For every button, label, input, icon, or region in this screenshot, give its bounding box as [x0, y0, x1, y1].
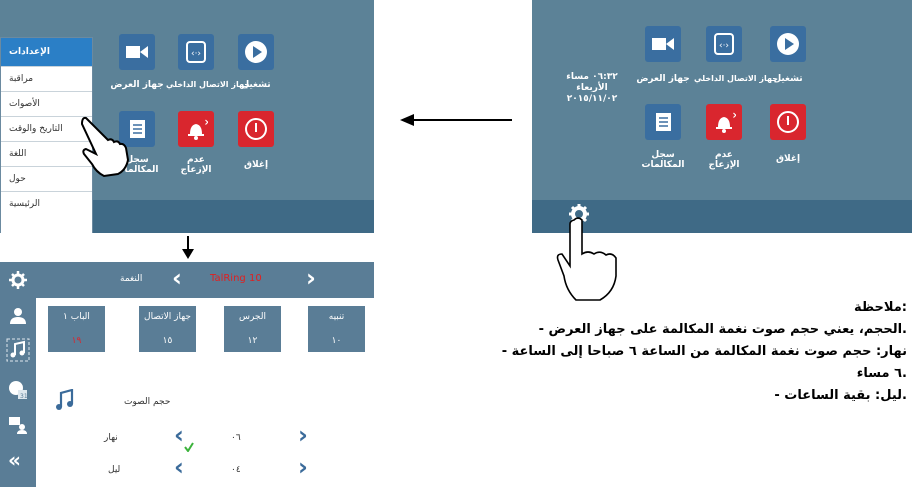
svg-text:×: ×	[204, 118, 208, 128]
user-icon[interactable]	[10, 308, 26, 324]
sound-side-bar: 31 «	[0, 298, 36, 487]
day-value: ٠٦	[231, 433, 241, 443]
day-next-chevron[interactable]: ›	[298, 421, 308, 449]
card-title: الباب ١	[63, 312, 90, 322]
sound-main: الباب ١ ١٩ جهاز الاتصال ١٥ الجرس ١٢ تنبي…	[36, 298, 374, 487]
bell-off-icon: ×	[716, 111, 736, 133]
svg-text:×: ×	[732, 111, 736, 121]
arrow-down	[187, 236, 189, 250]
note-line-1: - الحجم، يعني حجم صوت نغمة المكالمة على …	[538, 322, 907, 337]
ringtone-label: النغمة	[120, 274, 143, 284]
clock-day: الأربعاء	[576, 83, 608, 93]
play-icon	[245, 41, 267, 63]
shutdown-label: إغلاق	[243, 160, 269, 170]
night-label: ليل	[108, 465, 121, 475]
card-value: ١٠	[331, 336, 342, 346]
day-label: نهار	[104, 433, 118, 443]
arrow-left	[408, 119, 512, 121]
display-device-tile[interactable]	[119, 34, 155, 70]
sound-card-bell[interactable]: الجرس ١٢	[224, 306, 281, 352]
power-icon	[777, 111, 799, 133]
display-device-label: جهاز العرض	[110, 80, 164, 90]
gear-icon[interactable]	[9, 271, 27, 289]
sound-card-door[interactable]: الباب ١ ١٩	[48, 306, 105, 352]
ringtone-next-chevron[interactable]: ›	[306, 264, 316, 292]
display-user-icon[interactable]	[8, 416, 28, 434]
night-value: ٠٤	[231, 465, 241, 475]
bell-off-icon: ×	[188, 118, 208, 140]
back-double-chevron-icon[interactable]: «	[8, 448, 21, 472]
svg-text:‹·›: ‹·›	[719, 41, 729, 51]
note-line-3: ٦ مساء.	[856, 366, 907, 381]
home-screen: ٠٦:٣٢ مساء الأربعاء ٢٠١٥/١١/٠٢ جهاز العر…	[532, 0, 912, 233]
svg-text:‹·›: ‹·›	[191, 49, 201, 59]
intercom-icon: ‹·›	[714, 33, 734, 55]
intercom-tile[interactable]: ‹·›	[706, 26, 742, 62]
pointing-hand-icon	[556, 217, 617, 301]
note-heading: ملاحظة:	[853, 300, 907, 315]
menu-item-home[interactable]: الرئيسية	[1, 192, 92, 216]
call-log-label: سجل المكالمات	[641, 150, 685, 170]
card-title: تنبيه	[328, 312, 345, 322]
dnd-tile[interactable]: ×	[706, 104, 742, 140]
shutdown-tile[interactable]	[238, 111, 274, 147]
clock-calendar-icon[interactable]: 31	[8, 380, 28, 400]
card-value: ١٥	[162, 336, 173, 346]
day-prev-chevron[interactable]: ‹	[174, 421, 184, 449]
intercom-icon: ‹·›	[186, 41, 206, 63]
shutdown-label: إغلاق	[775, 154, 801, 164]
intercom-tile[interactable]: ‹·›	[178, 34, 214, 70]
clock-time: ٠٦:٣٢ مساء	[566, 72, 618, 82]
sound-card-alert[interactable]: تنبيه ١٠	[308, 306, 365, 352]
card-title: جهاز الاتصال	[144, 312, 191, 322]
display-device-label: جهاز العرض	[636, 74, 690, 84]
play-icon	[777, 33, 799, 55]
camera-icon	[126, 46, 148, 58]
play-label: تشغيل	[773, 74, 803, 84]
card-value: ١٩	[71, 336, 82, 346]
check-icon	[184, 442, 194, 452]
play-tile[interactable]	[238, 34, 274, 70]
ringtone-value: TalRing 10	[210, 273, 262, 284]
settings-screen: جهاز العرض ‹·› جهاز الاتصال الداخلي تشغي…	[0, 0, 374, 233]
shutdown-tile[interactable]	[770, 104, 806, 140]
menu-item-monitor[interactable]: مراقبة	[1, 67, 92, 92]
sound-card-intercom[interactable]: جهاز الاتصال ١٥	[139, 306, 196, 352]
arrow-left-head	[400, 114, 414, 126]
arrow-down-head	[182, 249, 194, 259]
sound-top-bar: النغمة ‹ TalRing 10 ›	[0, 262, 374, 298]
camera-icon	[652, 38, 674, 50]
dnd-label: عدم الإزعاج	[708, 150, 740, 170]
note-line-2: - نهار: حجم صوت نغمة المكالمة من الساعة …	[501, 344, 907, 359]
play-tile[interactable]	[770, 26, 806, 62]
clock-date: ٢٠١٥/١١/٠٢	[566, 94, 618, 104]
note-line-4: - ليل: بقية الساعات.	[774, 388, 907, 403]
night-next-chevron[interactable]: ›	[298, 453, 308, 481]
home-clock: ٠٦:٣٢ مساء الأربعاء ٢٠١٥/١١/٠٢	[546, 72, 638, 105]
display-device-tile[interactable]	[645, 26, 681, 62]
dnd-label: عدم الإزعاج	[180, 155, 212, 175]
menu-item-settings[interactable]: الإعدادات	[1, 38, 92, 67]
volume-label: حجم الصوت	[124, 397, 171, 407]
call-log-tile[interactable]	[645, 104, 681, 140]
music-note-icon[interactable]	[6, 338, 30, 362]
dnd-tile[interactable]: ×	[178, 111, 214, 147]
card-value: ١٢	[247, 336, 258, 346]
night-prev-chevron[interactable]: ‹	[174, 453, 184, 481]
power-icon	[245, 118, 267, 140]
intercom-label: جهاز الاتصال الداخلي	[694, 74, 778, 83]
svg-text:31: 31	[20, 393, 28, 400]
ringtone-prev-chevron[interactable]: ‹	[172, 264, 182, 292]
call-log-icon	[656, 113, 671, 131]
play-label: تشغيل	[241, 80, 271, 90]
tap-hand-icon	[80, 116, 130, 178]
intercom-label: جهاز الاتصال الداخلي	[166, 80, 250, 89]
card-title: الجرس	[238, 312, 266, 322]
music-note-icon	[56, 389, 74, 410]
